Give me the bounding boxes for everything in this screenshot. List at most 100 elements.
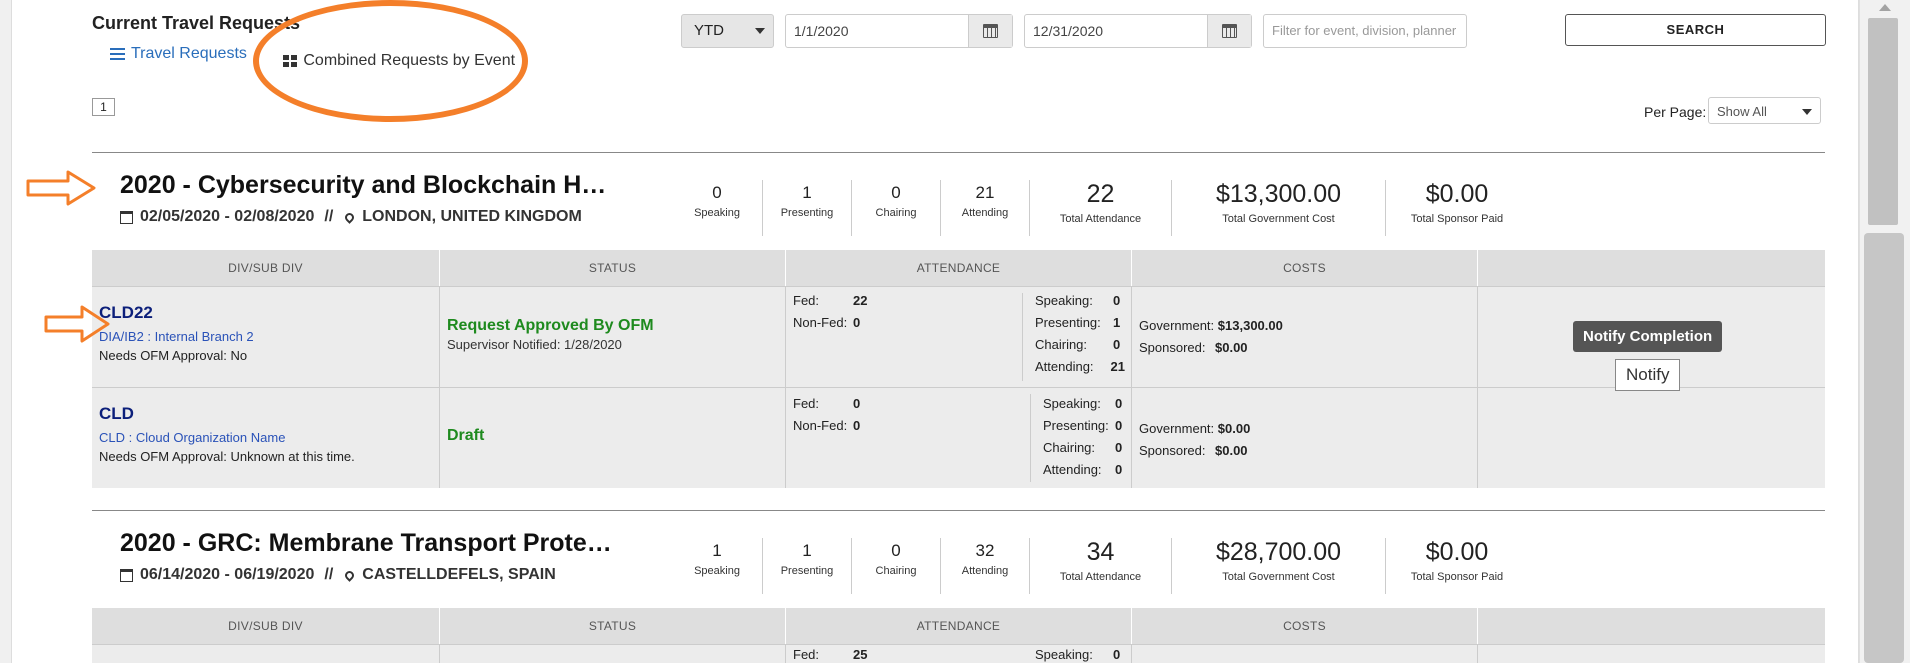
government-cost-line: Government: $13,300.00 [1139, 314, 1470, 336]
status-text: Draft [447, 427, 485, 444]
supervisor-notified: Supervisor Notified: 1/28/2020 [447, 337, 622, 352]
notify-completion-button[interactable]: Notify Completion [1573, 321, 1723, 352]
column-header: DIV/SUB DIV [92, 608, 440, 644]
stat-label: Chairing [875, 207, 917, 219]
government-label: Government: [1139, 420, 1215, 436]
table-header: DIV/SUB DIV STATUS ATTENDANCE COSTS [92, 608, 1825, 644]
event-requests-table: DIV/SUB DIV STATUS ATTENDANCE COSTS Fed:… [92, 608, 1825, 663]
stat-value: 21 [975, 183, 995, 202]
division-code-link[interactable]: CLD22 [99, 303, 432, 323]
ofm-approval-note: Needs OFM Approval: No [99, 348, 248, 363]
attendance-divider [1022, 293, 1023, 381]
scrollbar-thumb[interactable] [1868, 18, 1898, 225]
stat-label: Total Sponsor Paid [1410, 213, 1504, 225]
meta-separator: // [324, 208, 334, 225]
division-cell [92, 645, 440, 663]
event-title[interactable]: 2020 - Cybersecurity and Blockchain H… [120, 171, 606, 200]
stat-label: Speaking [694, 565, 740, 577]
speaking-value: 0 [1113, 646, 1121, 662]
start-date-field[interactable]: 1/1/2020 [785, 14, 1013, 48]
end-date-field[interactable]: 12/31/2020 [1024, 14, 1252, 48]
stat-value: 0 [891, 541, 901, 560]
stat-label: Presenting [780, 565, 834, 577]
division-code-link[interactable]: CLD [99, 404, 432, 424]
event-meta: 02/05/2020 - 02/08/2020 // LONDON, UNITE… [120, 208, 582, 226]
search-button[interactable]: SEARCH [1565, 14, 1826, 46]
column-header: ATTENDANCE [786, 250, 1132, 286]
attending-value: 0 [1115, 461, 1123, 477]
sponsored-label: Sponsored: [1139, 442, 1206, 458]
stat-label: Attending [961, 207, 1009, 219]
speaking-line: Speaking: 0 [1035, 289, 1125, 311]
presenting-label: Presenting: [1035, 314, 1101, 330]
column-header [1478, 250, 1825, 286]
government-value: $13,300.00 [1217, 317, 1283, 333]
start-date-value: 1/1/2020 [794, 23, 849, 39]
stat-chairing: 0 Chairing [852, 180, 940, 236]
stat-label: Total Sponsor Paid [1410, 571, 1504, 583]
tab-combined-requests[interactable]: Combined Requests by Event [283, 52, 515, 70]
tab-combined-requests-label: Combined Requests by Event [303, 52, 516, 69]
division-name-link[interactable]: CLD : Cloud Organization Name [99, 430, 432, 445]
chairing-value: 0 [1115, 439, 1123, 455]
speaking-line: Speaking: 0 [1035, 646, 1125, 662]
column-header: STATUS [440, 608, 786, 644]
stat-sponsor-paid: $0.00 Total Sponsor Paid [1386, 180, 1528, 236]
stat-attending: 32 Attending [941, 538, 1029, 594]
government-label: Government: [1139, 317, 1215, 333]
chairing-value: 0 [1113, 336, 1121, 352]
filter-input[interactable]: Filter for event, division, planner [1263, 14, 1467, 48]
speaking-label: Speaking: [1035, 292, 1093, 308]
ofm-approval-note: Needs OFM Approval: Unknown at this time… [99, 449, 355, 464]
stat-label: Total Attendance [1059, 213, 1142, 225]
calendar-icon [120, 568, 133, 582]
presenting-value: 0 [1115, 417, 1123, 433]
nonfed-line: Non-Fed: 0 [793, 414, 973, 436]
per-page-select[interactable]: Show All [1708, 97, 1821, 124]
stat-speaking: 0 Speaking [672, 180, 762, 236]
stat-label: Total Attendance [1059, 571, 1142, 583]
period-select[interactable]: YTD [681, 14, 774, 48]
event-title[interactable]: 2020 - GRC: Membrane Transport Prote… [120, 529, 612, 558]
status-cell [440, 645, 786, 663]
fed-value: 0 [853, 395, 861, 411]
end-date-calendar-button[interactable] [1207, 15, 1251, 47]
table-header: DIV/SUB DIV STATUS ATTENDANCE COSTS [92, 250, 1825, 286]
role-counts: Speaking: 0 Presenting: 0 Chairing: 0 Atten… [1043, 392, 1133, 480]
location-pin-icon [343, 568, 357, 582]
stat-value: 22 [1086, 180, 1115, 208]
scrollbar-thumb-secondary[interactable] [1864, 233, 1904, 663]
attending-value: 21 [1110, 358, 1125, 374]
stat-value: $0.00 [1425, 180, 1489, 208]
column-header: COSTS [1132, 608, 1478, 644]
sponsored-value: $0.00 [1215, 442, 1248, 458]
nonfed-value: 0 [853, 417, 861, 433]
nonfed-label: Non-Fed: [793, 417, 848, 433]
scroll-up-arrow-icon[interactable] [1879, 4, 1891, 11]
view-tabs: Travel Requests Combined Requests by Eve… [110, 45, 515, 70]
presenting-line: Presenting: 1 [1035, 311, 1125, 333]
nonfed-line: Non-Fed: 0 [793, 311, 973, 333]
annotation-arrow-icon [26, 170, 96, 206]
speaking-line: Speaking: 0 [1043, 392, 1133, 414]
start-date-calendar-button[interactable] [968, 15, 1012, 47]
page-number-button[interactable]: 1 [92, 98, 115, 116]
fed-counts: Fed: 22 Non-Fed: 0 [793, 289, 973, 333]
event-divider [92, 510, 1825, 511]
chairing-line: Chairing: 0 [1043, 436, 1133, 458]
column-header: DIV/SUB DIV [92, 250, 440, 286]
calendar-icon [120, 210, 133, 224]
fed-value: 22 [853, 292, 868, 308]
tab-travel-requests[interactable]: Travel Requests [110, 45, 247, 63]
sponsored-value: $0.00 [1215, 339, 1248, 355]
division-name-link[interactable]: DIA/IB2 : Internal Branch 2 [99, 329, 432, 344]
attendance-divider [1030, 394, 1031, 482]
tab-travel-requests-label: Travel Requests [131, 45, 247, 62]
stat-label: Total Government Cost [1222, 213, 1335, 225]
event-dates: 02/05/2020 - 02/08/2020 [140, 208, 315, 225]
stat-value: 32 [975, 541, 995, 560]
stat-value: $28,700.00 [1215, 538, 1342, 566]
stat-chairing: 0 Chairing [852, 538, 940, 594]
actions-cell [1478, 645, 1825, 663]
actions-cell [1478, 388, 1825, 488]
